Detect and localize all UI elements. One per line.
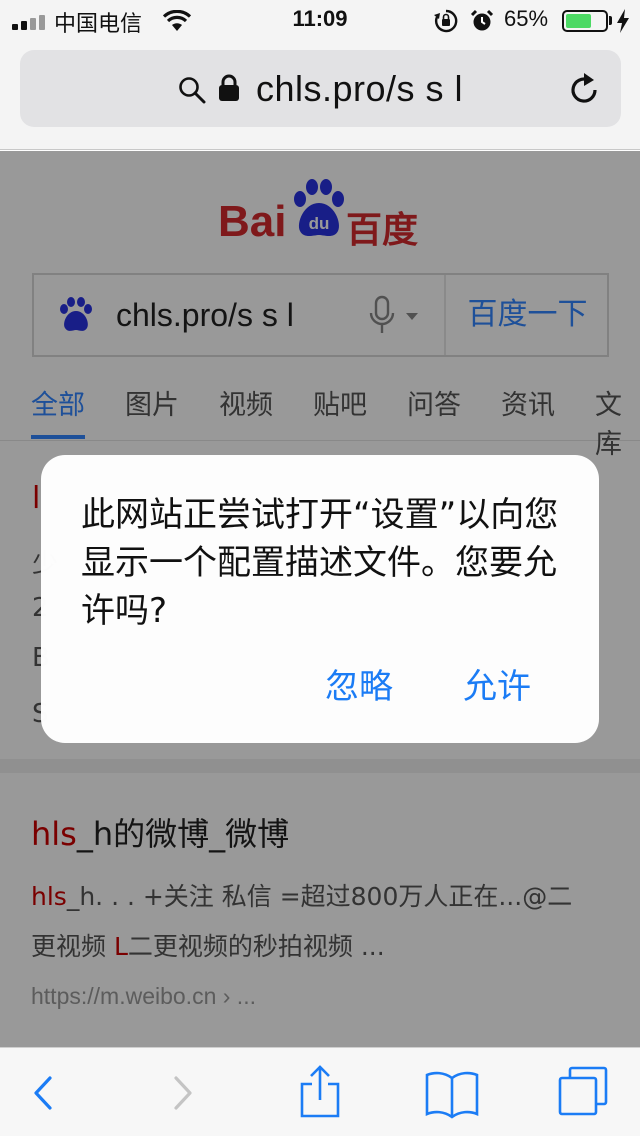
allow-button[interactable]: 允许 [463,665,531,709]
status-bar: 中国电信 11:09 65% [0,0,640,40]
charging-icon [617,9,629,33]
rotation-lock-icon [434,9,458,33]
ignore-button[interactable]: 忽略 [325,665,393,709]
bookmarks-icon[interactable] [424,1048,480,1136]
reload-icon[interactable] [566,72,602,108]
dialog-message: 此网站正尝试打开“设置”以向您显示一个配置描述文件。您要允许吗? [81,495,559,631]
address-bar-region: chls.pro/s s l [0,40,640,150]
battery-tip [609,16,612,25]
alarm-icon [470,9,494,31]
back-icon[interactable] [28,1048,58,1136]
url-text: chls.pro/s s l [256,68,464,109]
search-icon [179,77,206,104]
battery-percent: 65% [504,6,549,31]
share-icon[interactable] [298,1048,342,1136]
tabs-icon[interactable] [556,1048,612,1136]
profile-permission-dialog: 此网站正尝试打开“设置”以向您显示一个配置描述文件。您要允许吗? 忽略 允许 [41,455,599,743]
lock-icon [219,74,239,101]
url-bar[interactable]: chls.pro/s s l [20,50,621,127]
bottom-toolbar [0,1047,640,1136]
forward-icon[interactable] [168,1048,198,1136]
battery-icon [562,10,608,32]
